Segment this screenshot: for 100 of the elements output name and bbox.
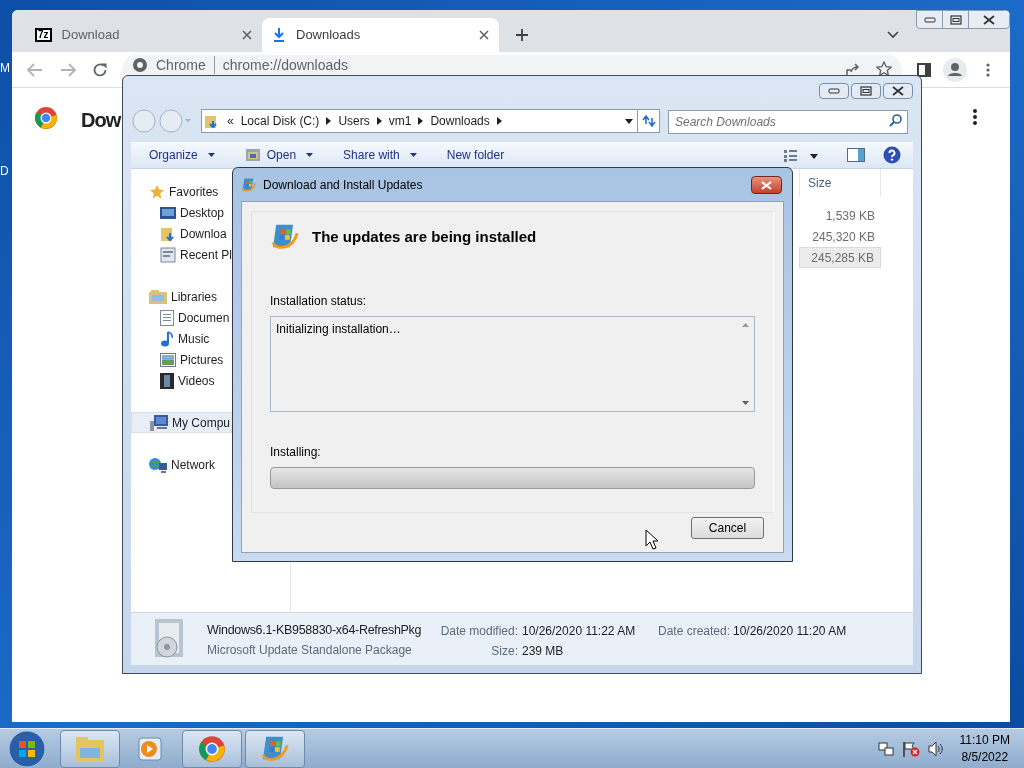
film-icon: [160, 372, 174, 389]
close-icon: [761, 180, 772, 190]
package-icon: [244, 147, 261, 163]
breadcrumb-item[interactable]: Users: [338, 112, 370, 130]
profile-icon[interactable]: [943, 58, 967, 82]
close-button[interactable]: [751, 176, 782, 194]
size-cell[interactable]: 245,285 KB: [799, 247, 881, 268]
taskbar-button[interactable]: [60, 729, 120, 768]
archive-logo-icon: 7z: [35, 28, 52, 42]
preview-pane-icon[interactable]: [847, 148, 865, 162]
date-created-value: 10/26/2020 11:20 AM: [733, 623, 847, 640]
scroll-down-icon[interactable]: [742, 401, 749, 405]
windows-update-icon: [270, 222, 300, 252]
toolbar-button[interactable]: New folder: [446, 146, 505, 164]
site-label: Chrome: [156, 55, 206, 75]
recent-places-icon: [160, 246, 176, 263]
date-modified-label: Date modified:: [439, 623, 518, 640]
dropdown-icon[interactable]: [625, 118, 633, 124]
volume-icon[interactable]: [927, 740, 944, 757]
music-note-icon: [160, 330, 174, 347]
help-icon[interactable]: [883, 146, 901, 164]
desktop-icon-label[interactable]: D: [0, 162, 9, 180]
breadcrumb-item[interactable]: Downloads: [430, 112, 490, 130]
date-created-label: Date created:: [658, 623, 731, 640]
toolbar-button[interactable]: Share with: [343, 146, 417, 164]
pictures-icon: [160, 352, 176, 367]
dialog-title: Download and Install Updates: [263, 176, 423, 194]
browser-tab[interactable]: 7z Download: [25, 18, 262, 52]
breadcrumb-item[interactable]: Local Disk (C:): [240, 112, 320, 130]
chevron-down-icon[interactable]: [887, 31, 899, 39]
menu-icon[interactable]: [986, 63, 990, 77]
cancel-button[interactable]: Cancel: [691, 517, 764, 539]
refresh-button[interactable]: [638, 109, 660, 133]
breadcrumb-item[interactable]: vm1: [388, 112, 412, 130]
chrome-icon: [198, 734, 226, 763]
window-maximize-button[interactable]: [851, 83, 881, 99]
maximize-icon: [860, 86, 872, 96]
window-close-button[interactable]: [883, 83, 913, 99]
minimize-icon: [923, 16, 936, 23]
document-icon: [160, 309, 174, 326]
minimize-icon: [828, 88, 840, 94]
size-cell[interactable]: 1,539 KB: [799, 205, 881, 226]
cursor-icon: [645, 529, 659, 550]
clock-time: 11:10 PM: [959, 731, 1010, 749]
side-panel-icon[interactable]: [917, 63, 931, 77]
size-label: Size:: [490, 643, 518, 660]
progress-label: Installing:: [270, 444, 322, 461]
view-options-icon[interactable]: [784, 150, 820, 162]
start-button[interactable]: [8, 729, 46, 768]
flag-error-icon[interactable]: [901, 740, 920, 757]
search-icon[interactable]: [889, 114, 902, 127]
clock-date: 8/5/2022: [961, 748, 1009, 766]
new-tab-icon[interactable]: [515, 28, 529, 42]
close-icon: [892, 86, 904, 96]
taskbar-button[interactable]: [182, 729, 242, 768]
network-icon: [149, 456, 167, 473]
browser-tab[interactable]: Downloads: [262, 18, 499, 52]
folder-icon: [160, 225, 176, 242]
more-icon[interactable]: [973, 109, 977, 125]
close-icon: [983, 14, 995, 25]
overflow-chevron[interactable]: «: [227, 112, 234, 130]
dialog-heading: The updates are being installed: [312, 226, 537, 247]
size-value: 239 MB: [522, 643, 564, 660]
arrow-right-icon[interactable]: [376, 117, 382, 125]
caret-icon: [306, 153, 314, 157]
url-text: chrome://downloads: [222, 55, 349, 75]
size-cell[interactable]: 245,320 KB: [799, 226, 881, 247]
star-icon[interactable]: [876, 61, 892, 77]
network-icon[interactable]: [877, 740, 894, 757]
caret-icon: [409, 153, 417, 157]
column-header[interactable]: Size: [799, 169, 881, 197]
file-name: Windows6.1-KB958830-x64-RefreshPkg: [207, 622, 422, 639]
file-type: Microsoft Update Standalone Package: [207, 642, 412, 659]
share-icon[interactable]: [845, 62, 861, 78]
arrow-right-icon[interactable]: [326, 117, 332, 125]
arrow-right-icon[interactable]: [418, 117, 424, 125]
taskbar-button[interactable]: [245, 729, 305, 768]
page-title: Dow: [81, 108, 121, 133]
address-bar[interactable]: « Local Disk (C:) Users vm1 Downloads: [201, 109, 638, 133]
toolbar-button[interactable]: Open: [244, 146, 314, 164]
address-bar[interactable]: Chrome chrome://downloads: [122, 55, 902, 75]
windows-update-icon: [241, 176, 257, 193]
reload-icon[interactable]: [92, 62, 108, 78]
desktop-icon: [160, 205, 176, 220]
refresh-icon: [641, 115, 656, 127]
clock[interactable]: 11:10 PM 8/5/2022: [959, 731, 1010, 766]
arrow-right-icon[interactable]: [496, 117, 502, 125]
desktop-icon-label[interactable]: M: [0, 59, 10, 77]
close-icon[interactable]: [479, 30, 489, 40]
chrome-logo-icon: [34, 106, 58, 130]
star-icon: [149, 183, 165, 200]
download-icon: [272, 27, 286, 43]
play-icon: [137, 735, 163, 762]
status-label: Installation status:: [270, 293, 368, 310]
toolbar-button[interactable]: Organize: [149, 146, 215, 164]
folder-icon: [75, 735, 105, 762]
caret-icon: [207, 153, 215, 157]
downloads-folder-icon: [204, 113, 220, 129]
search-field[interactable]: Search Downloads: [668, 110, 908, 134]
close-icon[interactable]: [242, 30, 252, 40]
